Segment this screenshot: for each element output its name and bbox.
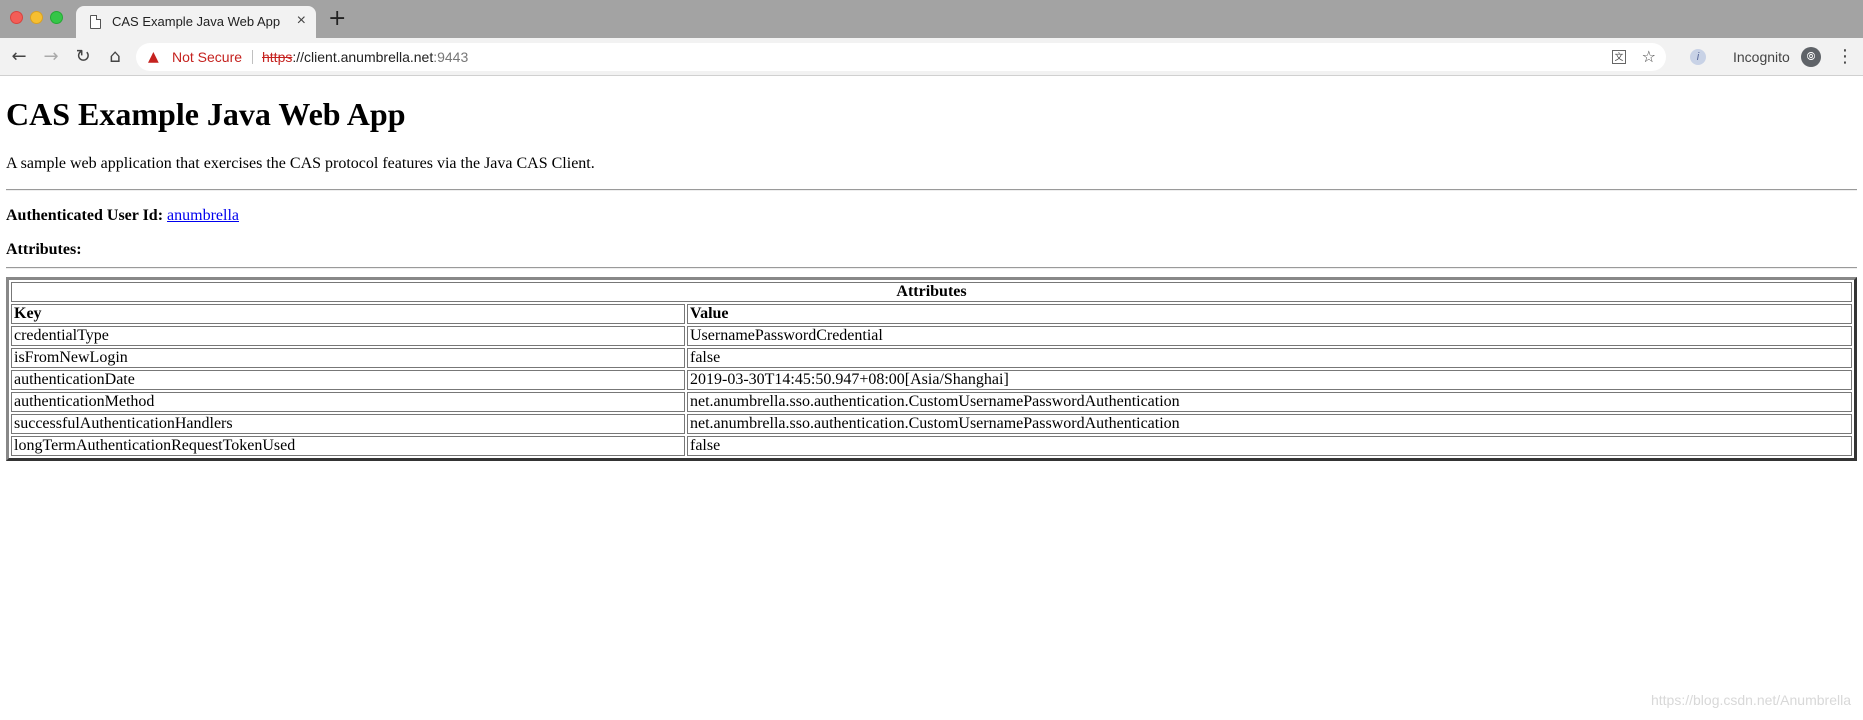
watermark: https://blog.csdn.net/Anumbrella xyxy=(1650,692,1851,708)
page-title: CAS Example Java Web App xyxy=(6,96,406,132)
tab-title: CAS Example Java Web App xyxy=(112,14,281,29)
browser-toolbar: ← → ↻ ⌂ ▲ Not Secure https://client.anum… xyxy=(0,38,1863,76)
table-row: longTermAuthenticationRequestTokenUsed f… xyxy=(11,436,1852,456)
incognito-label: Incognito xyxy=(1733,49,1790,65)
table-row: authenticationDate 2019-03-30T14:45:50.9… xyxy=(11,370,1852,390)
attributes-table: Attributes Key Value credentialType User… xyxy=(6,277,1857,461)
divider xyxy=(6,267,1857,269)
active-tab[interactable]: CAS Example Java Web App × xyxy=(76,6,316,38)
window-maximize-button[interactable] xyxy=(50,11,63,24)
window-close-button[interactable] xyxy=(10,11,23,24)
url-protocol: https xyxy=(262,49,293,65)
url-text[interactable]: https://client.anumbrella.net:9443 xyxy=(262,43,468,71)
back-icon[interactable]: ← xyxy=(6,44,32,70)
warning-icon: ▲ xyxy=(148,49,159,65)
table-row: authenticationMethod net.anumbrella.sso.… xyxy=(11,392,1852,412)
attribute-key: authenticationMethod xyxy=(11,392,685,412)
table-header-row: Key Value xyxy=(11,304,1852,324)
omnibox-divider xyxy=(252,50,253,64)
star-icon[interactable]: ☆ xyxy=(1642,43,1656,71)
incognito-icon[interactable]: ⦾ xyxy=(1801,47,1821,67)
document-icon xyxy=(90,15,101,29)
url-host: client.anumbrella.net xyxy=(304,49,434,65)
column-header-value: Value xyxy=(687,304,1852,324)
url-port: :9443 xyxy=(433,49,469,65)
attribute-key: authenticationDate xyxy=(11,370,685,390)
home-icon[interactable]: ⌂ xyxy=(102,44,128,70)
url-separator: :// xyxy=(292,49,305,65)
table-row: isFromNewLogin false xyxy=(11,348,1852,368)
address-bar[interactable]: ▲ Not Secure https://client.anumbrella.n… xyxy=(136,43,1666,71)
table-caption: Attributes xyxy=(11,282,1852,302)
translate-icon[interactable]: 文 xyxy=(1612,50,1626,64)
close-icon[interactable]: × xyxy=(297,12,306,30)
attributes-label: Attributes: xyxy=(6,241,82,258)
divider xyxy=(6,189,1857,191)
attribute-value: net.anumbrella.sso.authentication.Custom… xyxy=(687,414,1852,434)
user-id-link[interactable]: anumbrella xyxy=(167,207,239,224)
attribute-key: successfulAuthenticationHandlers xyxy=(11,414,685,434)
page-description: A sample web application that exercises … xyxy=(6,155,595,172)
reload-icon[interactable]: ↻ xyxy=(70,44,96,70)
attribute-value: net.anumbrella.sso.authentication.Custom… xyxy=(687,392,1852,412)
table-row: credentialType UsernamePasswordCredentia… xyxy=(11,326,1852,346)
attribute-key: longTermAuthenticationRequestTokenUsed xyxy=(11,436,685,456)
column-header-key: Key xyxy=(11,304,685,324)
menu-icon[interactable]: ⋮ xyxy=(1836,45,1854,69)
tab-strip: CAS Example Java Web App × + xyxy=(0,0,1863,38)
new-tab-button[interactable]: + xyxy=(328,6,346,32)
attribute-value: false xyxy=(687,348,1852,368)
attribute-key: credentialType xyxy=(11,326,685,346)
table-row: successfulAuthenticationHandlers net.anu… xyxy=(11,414,1852,434)
forward-icon[interactable]: → xyxy=(38,44,64,70)
attribute-value: false xyxy=(687,436,1852,456)
authenticated-user-line: Authenticated User Id: anumbrella xyxy=(6,207,239,225)
attribute-key: isFromNewLogin xyxy=(11,348,685,368)
window-minimize-button[interactable] xyxy=(30,11,43,24)
attribute-value: UsernamePasswordCredential xyxy=(687,326,1852,346)
table-caption-row: Attributes xyxy=(11,282,1852,302)
security-status[interactable]: Not Secure xyxy=(172,43,242,71)
user-id-label: Authenticated User Id: xyxy=(6,207,164,224)
attribute-value: 2019-03-30T14:45:50.947+08:00[Asia/Shang… xyxy=(687,370,1852,390)
extension-icon[interactable]: i xyxy=(1690,49,1706,65)
